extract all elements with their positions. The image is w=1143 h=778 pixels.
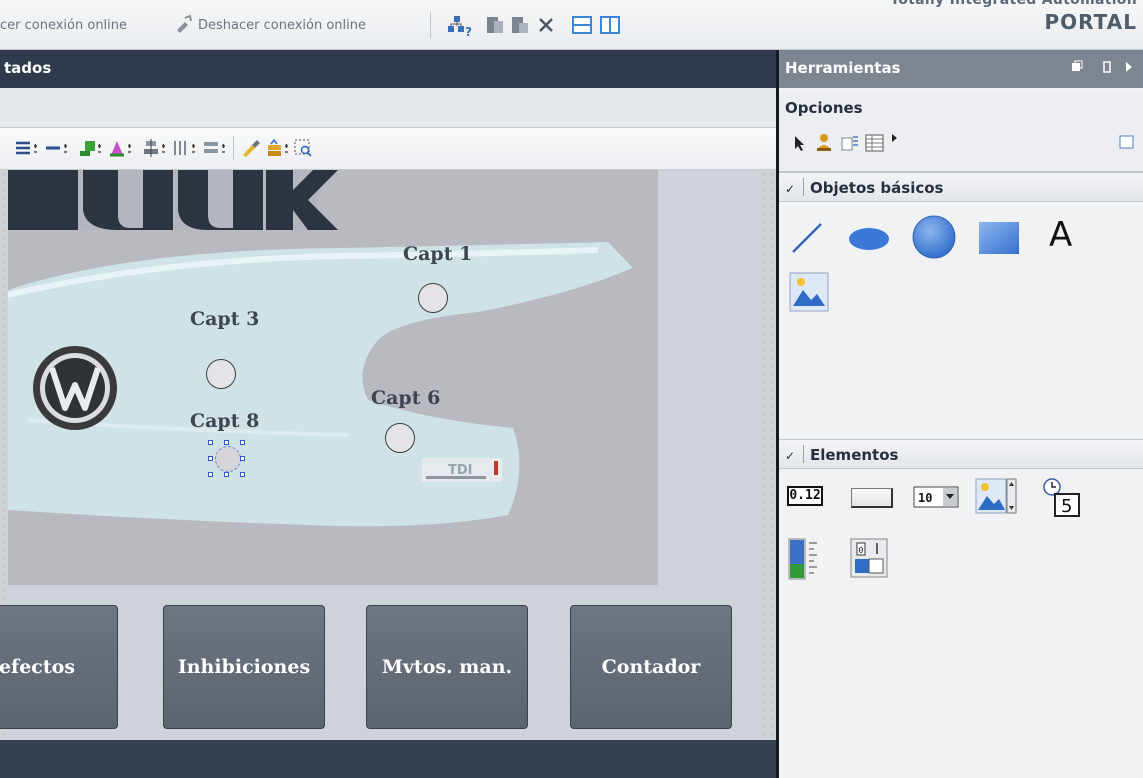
car-hood-graphic: TDI (8, 170, 633, 527)
switch-zero-glyph: 0 (859, 546, 864, 555)
background-color-icon[interactable] (78, 137, 102, 159)
screen-canvas[interactable]: TDI Capt 1 Capt 3 Capt 6 Capt 8 efectos … (0, 170, 776, 778)
layer-order-icon[interactable] (265, 137, 289, 159)
sensor-indicator-capt-8-selected[interactable] (215, 446, 241, 472)
symbolic-io-field-glyph: 10 (918, 491, 932, 505)
canvas-bottom-strip (0, 740, 776, 778)
date-time-field-glyph: 5 (1061, 496, 1072, 517)
sensor-indicator-capt-3[interactable] (206, 359, 236, 389)
selection-handle[interactable] (224, 440, 229, 445)
same-size-icon[interactable] (202, 137, 226, 159)
selection-handle[interactable] (208, 440, 213, 445)
vw-logo-icon (33, 346, 117, 430)
fill-pattern-icon[interactable] (108, 137, 132, 159)
tools-task-card: Herramientas Opciones ✓ Objetos básicos … (776, 50, 1143, 778)
options-section: Opciones (779, 92, 1143, 172)
tia-portal-window: cer conexión online Deshacer conexión on… (0, 0, 1143, 778)
ellipse-tool-icon[interactable] (847, 226, 891, 256)
object-properties-icon[interactable] (841, 134, 859, 156)
chevron-down-icon: ✓ (785, 182, 796, 196)
format-toolbar (0, 128, 776, 170)
stop-cpu-icon[interactable] (511, 14, 529, 36)
selection-handle[interactable] (240, 440, 245, 445)
elements-header[interactable]: ✓ Elementos (779, 439, 1143, 469)
sensor-indicator-capt-1[interactable] (418, 283, 448, 313)
defects-button[interactable]: efectos (0, 605, 118, 729)
inhibitions-button[interactable]: Inhibiciones (163, 605, 325, 729)
editor-subbar (0, 88, 776, 128)
header-divider (803, 178, 804, 196)
hmi-screen[interactable]: TDI Capt 1 Capt 3 Capt 6 Capt 8 efectos … (0, 170, 758, 740)
distribute-icon[interactable] (172, 137, 196, 159)
graphic-io-field-icon[interactable] (975, 478, 1017, 518)
tdi-badge-icon: TDI (422, 458, 502, 482)
sensor-label-capt-8: Capt 8 (190, 410, 260, 432)
align-icon[interactable] (142, 137, 166, 159)
date-time-field-icon[interactable]: 5 (1041, 476, 1083, 524)
pointer-icon[interactable] (793, 134, 807, 156)
selection-handle[interactable] (240, 472, 245, 477)
editor-title-bar: tados (0, 50, 776, 88)
basic-objects-header[interactable]: ✓ Objetos básicos (779, 172, 1143, 202)
go-offline-button[interactable]: Deshacer conexión online (198, 18, 366, 33)
sensor-label-capt-6: Capt 6 (371, 387, 441, 409)
go-online-button[interactable]: cer conexión online (0, 18, 127, 33)
start-cpu-icon[interactable] (486, 14, 504, 36)
line-tool-icon[interactable] (789, 220, 825, 260)
selection-handle[interactable] (208, 456, 213, 461)
table-view-icon[interactable] (865, 134, 885, 156)
zoom-selection-icon[interactable] (292, 137, 316, 159)
options-title: Opciones (785, 99, 863, 117)
sensor-label-capt-1: Capt 1 (403, 243, 473, 265)
graphic-view-tool-icon[interactable] (789, 272, 829, 316)
restore-view-icon[interactable] (1119, 134, 1135, 154)
elements-title: Elementos (810, 446, 899, 464)
symbolic-io-field-icon[interactable]: 10 (913, 486, 959, 512)
rectangle-tool-icon[interactable] (977, 220, 1021, 260)
manual-movements-button[interactable]: Mvtos. man. (366, 605, 528, 729)
car-picture[interactable]: TDI Capt 1 Capt 3 Capt 6 Capt 8 (8, 170, 658, 585)
format-painter-icon[interactable] (240, 137, 264, 159)
accessible-devices-icon[interactable]: ? (447, 14, 472, 39)
line-weight-icon[interactable] (14, 137, 38, 159)
chevron-down-icon: ✓ (785, 449, 796, 463)
main-toolbar: cer conexión online Deshacer conexión on… (0, 0, 1143, 50)
line-style-icon[interactable] (44, 137, 68, 159)
tools-title-bar: Herramientas (779, 50, 1143, 88)
format-separator (233, 136, 234, 160)
minimize-pane-icon[interactable] (1101, 60, 1113, 74)
split-horizontal-icon[interactable] (572, 14, 592, 36)
selection-handle[interactable] (208, 472, 213, 477)
go-offline-icon (175, 14, 193, 36)
editor-title: tados (4, 59, 52, 77)
button-element-icon[interactable] (851, 488, 893, 508)
more-options-icon[interactable] (891, 128, 899, 147)
basic-objects-title: Objetos básicos (810, 179, 944, 197)
header-divider (803, 445, 804, 463)
text-tool-icon[interactable]: A (1049, 215, 1072, 255)
float-pane-icon[interactable] (1071, 60, 1083, 74)
user-icon[interactable] (815, 132, 833, 156)
io-field-icon[interactable]: 0.12 (787, 486, 823, 506)
bar-element-icon[interactable] (787, 537, 823, 585)
collapse-pane-icon[interactable] (1123, 60, 1135, 74)
switch-element-icon[interactable]: 0 (849, 537, 889, 583)
tools-title: Herramientas (785, 59, 901, 77)
sensor-label-capt-3: Capt 3 (190, 308, 260, 330)
cross-reference-icon[interactable] (537, 14, 555, 36)
toolbar-separator (430, 12, 431, 38)
portal-subtitle: Totally Integrated Automation (890, 0, 1137, 8)
counter-button[interactable]: Contador (570, 605, 732, 729)
svg-text:?: ? (465, 25, 472, 38)
split-vertical-icon[interactable] (600, 14, 620, 36)
portal-title: PORTAL (1044, 10, 1137, 34)
circle-tool-icon[interactable] (911, 214, 957, 264)
selection-handle[interactable] (240, 456, 245, 461)
tdi-badge-text: TDI (448, 463, 473, 478)
sensor-indicator-capt-6[interactable] (385, 423, 415, 453)
selection-handle[interactable] (224, 472, 229, 477)
tia-portal-branding: Totally Integrated Automation PORTAL (803, 0, 1143, 50)
